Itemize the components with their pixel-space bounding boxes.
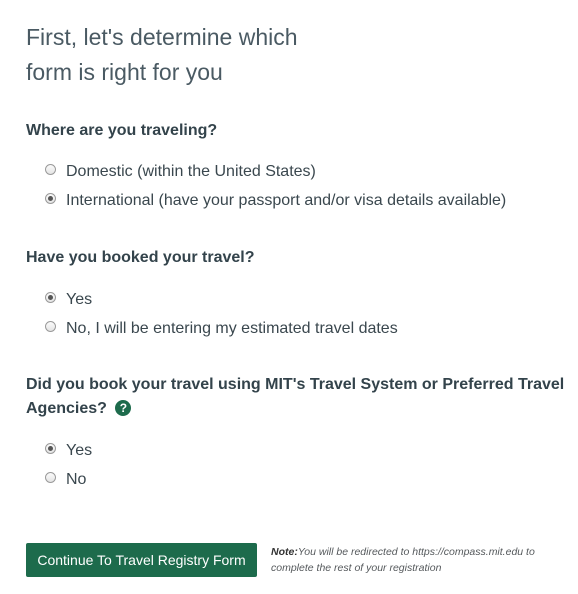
option-travel-system-yes[interactable]: Yes [45, 436, 92, 465]
radio-booked-no[interactable] [45, 321, 56, 332]
continue-button[interactable]: Continue To Travel Registry Form [26, 543, 257, 577]
option-domestic-label: Domestic (within the United States) [66, 162, 316, 180]
option-domestic[interactable]: Domestic (within the United States) [45, 157, 506, 186]
option-booked-no[interactable]: No, I will be entering my estimated trav… [45, 314, 398, 343]
redirect-note-text: You will be redirected to https://compas… [271, 546, 535, 574]
option-international[interactable]: International (have your passport and/or… [45, 186, 506, 215]
redirect-note: Note:You will be redirected to https://c… [271, 544, 561, 576]
option-travel-system-yes-label: Yes [66, 441, 93, 459]
booked-travel-options: Yes No, I will be entering my estimated … [45, 285, 398, 343]
question-travel-system: Did you book your travel using MIT's Tra… [26, 373, 566, 421]
page-title: First, let's determine which form is rig… [26, 20, 346, 90]
option-travel-system-no-label: No [66, 470, 87, 488]
option-travel-system-no[interactable]: No [45, 465, 92, 494]
question-travel-destination: Where are you traveling? [26, 122, 218, 139]
travel-destination-options: Domestic (within the United States) Inte… [45, 157, 506, 215]
page-title-line-1: First, let's determine which [26, 24, 298, 50]
page-title-line-2: form is right for you [26, 59, 223, 85]
radio-travel-system-no[interactable] [45, 472, 56, 483]
option-booked-yes-label: Yes [66, 290, 93, 308]
question-booked-travel: Have you booked your travel? [26, 249, 255, 266]
option-booked-no-label: No, I will be entering my estimated trav… [66, 319, 398, 337]
radio-travel-system-yes[interactable] [45, 443, 56, 454]
question-travel-system-label: Did you book your travel using MIT's Tra… [26, 376, 565, 417]
radio-booked-yes[interactable] [45, 292, 56, 303]
radio-domestic[interactable] [45, 164, 56, 175]
travel-form-page: First, let's determine which form is rig… [0, 0, 578, 594]
option-booked-yes[interactable]: Yes [45, 285, 398, 314]
travel-system-options: Yes No [45, 436, 92, 494]
redirect-note-prefix: Note: [271, 546, 298, 558]
question-circle-icon[interactable]: ? [115, 400, 132, 416]
radio-international[interactable] [45, 193, 56, 204]
option-international-label: International (have your passport and/or… [66, 191, 507, 209]
